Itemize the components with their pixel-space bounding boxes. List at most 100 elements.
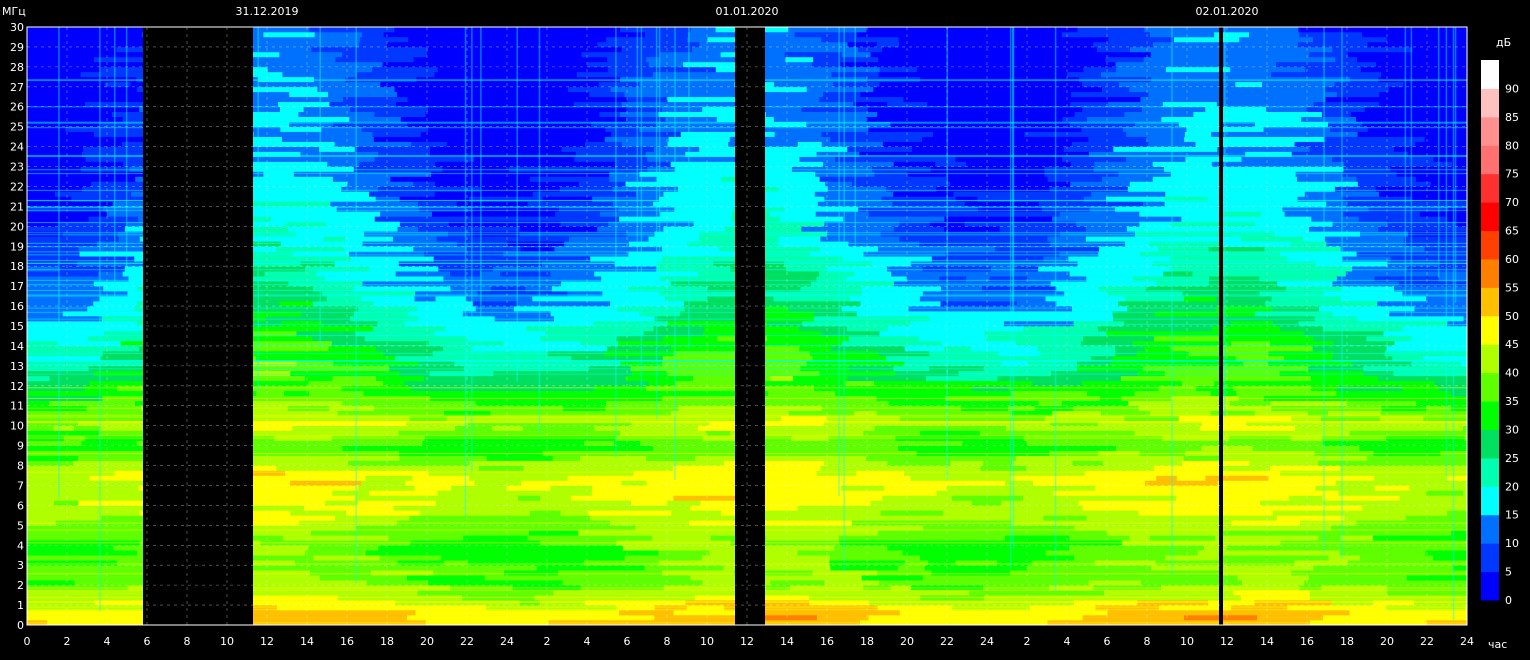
heat-cell <box>656 266 731 272</box>
heat-cell <box>27 266 60 272</box>
heat-cell <box>559 216 620 222</box>
heat-cell <box>550 271 595 277</box>
heat-cell <box>1313 565 1344 571</box>
heat-cell <box>1113 146 1188 152</box>
heat-cell <box>1460 610 1468 616</box>
heat-cell <box>371 530 446 536</box>
heat-cell <box>27 41 70 48</box>
heat-cell <box>506 485 551 491</box>
heat-cell <box>1358 216 1409 222</box>
heat-cell <box>1340 535 1374 541</box>
interference-streak <box>1323 27 1325 553</box>
heat-cell <box>1311 216 1360 222</box>
heat-cell <box>1208 281 1254 287</box>
heat-cell <box>279 301 314 307</box>
heat-cell <box>587 61 610 68</box>
heat-cell <box>1325 545 1349 551</box>
heat-cell <box>522 281 562 287</box>
heat-cell <box>1241 156 1307 162</box>
heat-cell <box>304 505 345 511</box>
heat-cell <box>73 550 118 556</box>
x-tick-label: 14 <box>780 635 794 648</box>
heat-cell <box>1366 335 1388 342</box>
heat-cell <box>945 136 1009 142</box>
heat-cell <box>88 216 139 222</box>
heat-cell <box>263 440 310 446</box>
heat-cell <box>364 445 426 451</box>
heat-cell <box>312 301 374 307</box>
heat-cell <box>904 345 945 352</box>
heat-cell <box>1335 480 1408 486</box>
heat-cell <box>421 505 444 511</box>
colorbar-label: дБ <box>1496 36 1511 49</box>
heat-cell <box>27 306 88 312</box>
heat-cell <box>959 545 1012 551</box>
heat-cell <box>878 480 951 486</box>
heat-cell <box>857 31 888 38</box>
heat-cell <box>1107 610 1182 616</box>
heat-cell <box>1205 106 1267 113</box>
heat-cell <box>290 510 347 516</box>
heat-cell <box>1226 565 1285 571</box>
heat-cell <box>27 375 51 382</box>
x-tick-label: 18 <box>860 635 874 648</box>
heat-cell <box>1031 510 1108 516</box>
heat-cell <box>1220 335 1243 342</box>
interference-streak <box>125 27 128 273</box>
heat-cell <box>535 46 589 53</box>
heat-cell <box>348 136 375 142</box>
heat-cell <box>27 106 69 113</box>
heat-cell <box>914 440 963 446</box>
heat-cell <box>602 545 624 551</box>
heat-cell <box>27 241 98 247</box>
heat-cell <box>1406 91 1428 98</box>
heat-cell <box>811 281 838 287</box>
heat-cell <box>621 480 647 486</box>
heat-cell <box>1126 156 1186 162</box>
heat-cell <box>983 111 1047 117</box>
heat-cell <box>1155 560 1187 566</box>
heat-cell <box>417 590 493 596</box>
heat-cell <box>397 560 445 566</box>
heat-cell <box>907 56 958 63</box>
heat-cell <box>82 590 145 596</box>
heat-cell <box>1428 271 1468 277</box>
heat-cell <box>423 375 483 382</box>
y-tick-label: 2 <box>17 579 24 592</box>
heat-cell <box>27 146 84 152</box>
heat-cell <box>667 370 707 377</box>
heat-cell <box>1012 281 1052 287</box>
heat-cell <box>95 485 140 491</box>
heat-cell <box>904 470 966 476</box>
heat-cell <box>1193 27 1268 33</box>
heat-cell <box>27 390 54 397</box>
heat-cell <box>27 46 86 53</box>
heat-cell <box>592 480 623 486</box>
heat-cell <box>1388 31 1463 38</box>
heat-cell <box>441 555 462 561</box>
heat-cell <box>58 266 94 272</box>
heat-cell <box>874 380 912 387</box>
heat-cell <box>568 86 612 93</box>
heat-cell <box>1302 236 1326 242</box>
heat-cell <box>1214 380 1274 387</box>
heat-cell <box>1190 301 1266 307</box>
heat-cell <box>54 191 132 197</box>
heat-cell <box>278 101 330 108</box>
colorbar-swatch <box>1481 88 1499 118</box>
heat-cell <box>27 166 82 172</box>
heat-cell <box>1271 216 1312 222</box>
heat-cell <box>355 495 396 501</box>
heat-cell <box>416 301 474 307</box>
heat-cell <box>941 41 977 48</box>
heat-cell <box>672 440 713 446</box>
heat-cell <box>954 281 1013 287</box>
heat-cell <box>665 116 718 122</box>
heat-cell <box>866 455 907 461</box>
heat-cell <box>879 96 904 103</box>
heat-cell <box>381 465 432 471</box>
heat-cell <box>1099 570 1126 576</box>
heat-cell <box>580 470 635 476</box>
heat-cell <box>943 321 1005 327</box>
heat-cell <box>369 271 397 277</box>
